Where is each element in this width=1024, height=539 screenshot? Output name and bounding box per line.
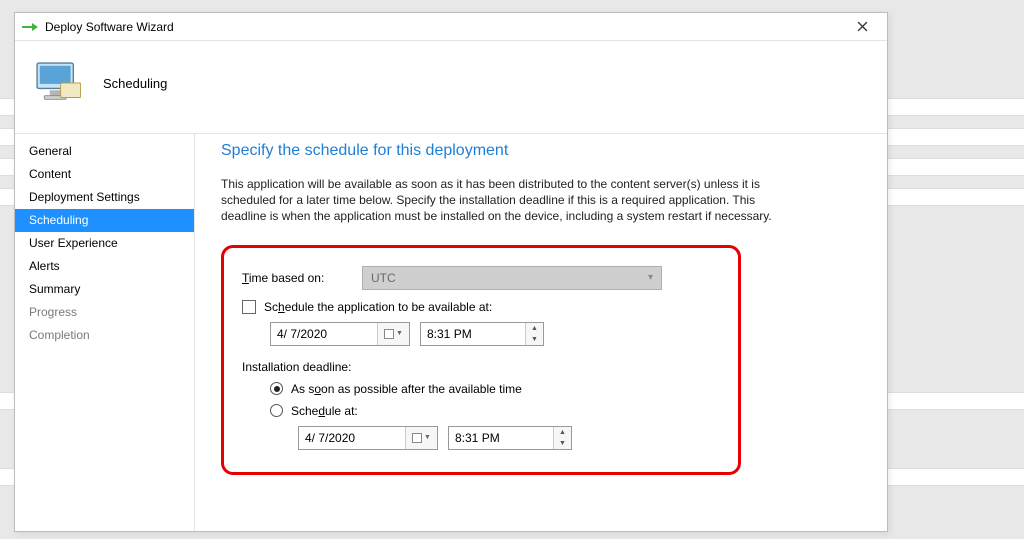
close-icon: [857, 21, 868, 32]
deadline-schedule-radio[interactable]: [270, 404, 283, 417]
sidebar-item-deployment-settings[interactable]: Deployment Settings: [15, 186, 194, 209]
content-heading: Specify the schedule for this deployment: [221, 142, 861, 160]
deadline-schedule-label: Schedule at:: [291, 404, 358, 418]
sidebar-item-completion: Completion: [15, 324, 194, 347]
close-button[interactable]: [843, 16, 881, 38]
sidebar-item-scheduling[interactable]: Scheduling: [15, 209, 194, 232]
monitor-icon: [25, 51, 89, 115]
schedule-available-label: Schedule the application to be available…: [264, 300, 492, 314]
spinner-icon: ▲▼: [553, 427, 571, 449]
available-date-picker[interactable]: 4/ 7/2020 ▼: [270, 322, 410, 346]
calendar-dropdown-icon: ▼: [405, 427, 437, 449]
deadline-date-value: 4/ 7/2020: [299, 431, 405, 445]
window-title: Deploy Software Wizard: [45, 20, 843, 34]
time-based-label: Time based on:: [242, 271, 362, 285]
time-based-select[interactable]: UTC ▾: [362, 266, 662, 290]
deadline-asap-label: As soon as possible after the available …: [291, 382, 522, 396]
header-panel: Scheduling: [15, 41, 887, 133]
time-based-value: UTC: [371, 271, 396, 285]
deploy-wizard-window: Deploy Software Wizard Scheduling Genera…: [14, 12, 888, 532]
available-date-value: 4/ 7/2020: [271, 327, 377, 341]
deadline-date-picker[interactable]: 4/ 7/2020 ▼: [298, 426, 438, 450]
sidebar: General Content Deployment Settings Sche…: [15, 134, 195, 531]
sidebar-item-general[interactable]: General: [15, 140, 194, 163]
available-time-value: 8:31 PM: [421, 327, 525, 341]
deadline-label: Installation deadline:: [242, 360, 720, 374]
chevron-down-icon: ▾: [648, 272, 653, 283]
schedule-available-checkbox[interactable]: [242, 300, 256, 314]
available-time-picker[interactable]: 8:31 PM ▲▼: [420, 322, 544, 346]
sidebar-item-alerts[interactable]: Alerts: [15, 255, 194, 278]
spinner-icon: ▲▼: [525, 323, 543, 345]
content-panel: Specify the schedule for this deployment…: [195, 134, 887, 531]
deadline-asap-radio[interactable]: [270, 382, 283, 395]
content-description: This application will be available as so…: [221, 176, 781, 225]
page-title: Scheduling: [103, 76, 167, 91]
arrow-right-icon: [21, 18, 39, 36]
sidebar-item-progress: Progress: [15, 301, 194, 324]
titlebar: Deploy Software Wizard: [15, 13, 887, 41]
sidebar-item-content[interactable]: Content: [15, 163, 194, 186]
deadline-time-value: 8:31 PM: [449, 431, 553, 445]
sidebar-item-user-experience[interactable]: User Experience: [15, 232, 194, 255]
sidebar-item-summary[interactable]: Summary: [15, 278, 194, 301]
calendar-dropdown-icon: ▼: [377, 323, 409, 345]
deadline-time-picker[interactable]: 8:31 PM ▲▼: [448, 426, 572, 450]
schedule-settings-highlight: Time based on: UTC ▾ Schedule the applic…: [221, 245, 741, 475]
